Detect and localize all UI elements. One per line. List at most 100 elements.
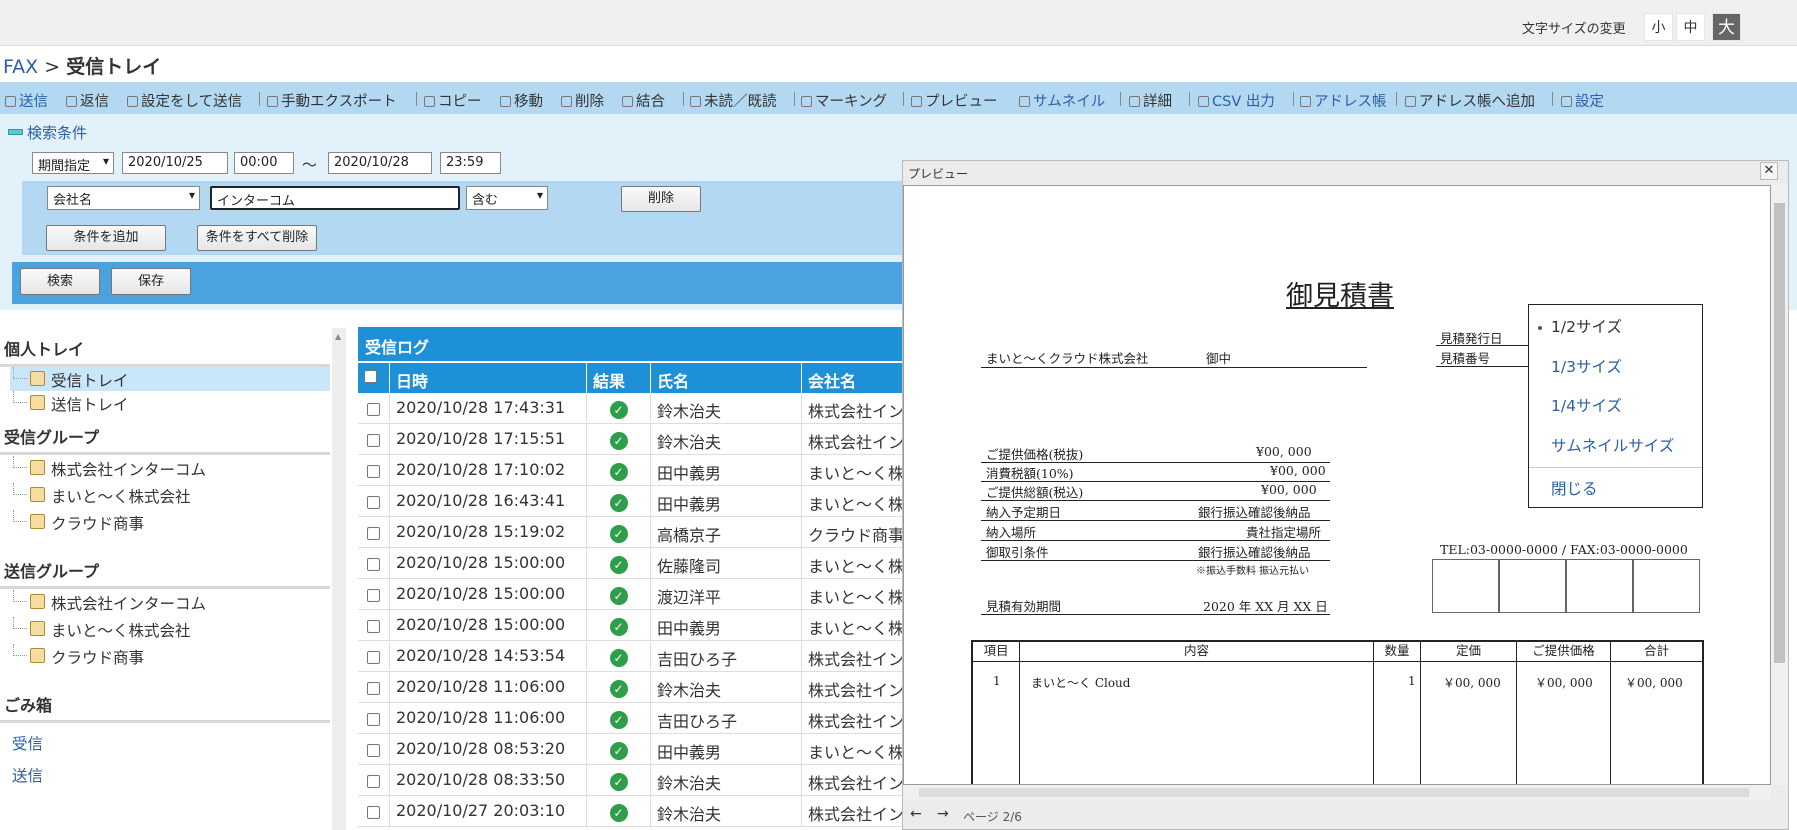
preview-button[interactable]: プレビュー — [911, 90, 998, 111]
column-result[interactable]: 結果 — [587, 363, 651, 393]
add-condition-button[interactable]: 条件を追加 — [46, 225, 166, 251]
sidebar-item-inbox[interactable]: 受信トレイ — [10, 367, 330, 391]
sidebar-item-send-group[interactable]: クラウド商事 — [10, 644, 330, 668]
row-checkbox[interactable] — [367, 713, 380, 726]
row-checkbox[interactable] — [367, 589, 380, 602]
search-conditions-toggle[interactable]: 検索条件 — [8, 122, 87, 143]
preview-vertical-scrollbar[interactable] — [1771, 185, 1788, 785]
delete-button[interactable]: 削除 — [561, 90, 604, 111]
trash-sent-link[interactable]: 送信 — [12, 764, 43, 786]
merge-button[interactable]: 結合 — [622, 90, 665, 111]
table-row[interactable]: 2020/10/28 08:33:50 ✓ 鈴木治夫株式会社インターコム — [358, 765, 903, 796]
table-row[interactable]: 2020/10/28 15:00:00 ✓ 渡辺洋平まいと〜く株式会社 — [358, 579, 903, 610]
copy-button[interactable]: コピー — [424, 90, 482, 111]
wrench-icon — [1561, 96, 1572, 107]
sidebar-scrollbar[interactable]: ▲ — [332, 328, 346, 830]
date-from-input[interactable]: 2020/10/25 — [122, 152, 228, 174]
font-size-small-button[interactable]: 小 — [1644, 13, 1673, 41]
table-row[interactable]: 2020/10/28 17:43:31 ✓ 鈴木治夫株式会社インターコム — [358, 393, 903, 424]
row-checkbox[interactable] — [367, 806, 380, 819]
add-to-address-book-button[interactable]: アドレス帳へ追加 — [1405, 90, 1535, 111]
scroll-up-icon[interactable]: ▲ — [335, 332, 341, 341]
table-row[interactable]: 2020/10/28 11:06:00 ✓ 鈴木治夫株式会社インターコム — [358, 672, 903, 703]
next-page-button[interactable]: → — [937, 806, 949, 822]
condition-field-select[interactable]: 会社名 — [47, 186, 200, 210]
detail-button[interactable]: 詳細 — [1129, 90, 1172, 111]
row-checkbox[interactable] — [367, 465, 380, 478]
sidebar-item-recv-group[interactable]: まいと〜く株式会社 — [10, 483, 330, 507]
trash-received-link[interactable]: 受信 — [12, 732, 43, 754]
breadcrumb-fax-link[interactable]: FAX — [3, 56, 38, 78]
row-checkbox[interactable] — [367, 403, 380, 416]
table-cell: 1 — [993, 674, 1001, 688]
preview-horizontal-scrollbar[interactable] — [903, 785, 1771, 800]
table-row[interactable]: 2020/10/28 11:06:00 ✓ 吉田ひろ子株式会社インターコム — [358, 703, 903, 734]
time-to-input[interactable]: 23:59 — [440, 152, 501, 174]
table-row[interactable]: 2020/10/27 20:03:10 ✓ 鈴木治夫株式会社インターコム — [358, 796, 903, 827]
settings-button[interactable]: 設定 — [1561, 90, 1604, 111]
table-row[interactable]: 2020/10/28 08:53:20 ✓ 田中義男まいと〜く株式会社 — [358, 734, 903, 765]
row-checkbox-cell — [358, 734, 390, 765]
column-company[interactable]: 会社名 — [802, 363, 903, 393]
table-row[interactable]: 2020/10/28 17:10:02 ✓ 田中義男まいと〜く株式会社 — [358, 455, 903, 486]
close-menu-option[interactable]: 閉じる — [1551, 477, 1598, 499]
delete-condition-button[interactable]: 削除 — [621, 186, 701, 212]
table-row[interactable]: 2020/10/28 16:43:41 ✓ 田中義男まいと〜く株式会社 — [358, 486, 903, 517]
preview-close-button[interactable]: ✕ — [1760, 162, 1778, 180]
row-datetime: 2020/10/28 08:53:20 — [390, 734, 587, 765]
sidebar-item-recv-group[interactable]: 株式会社インターコム — [10, 456, 330, 480]
table-row[interactable]: 2020/10/28 17:15:51 ✓ 鈴木治夫株式会社インターコム — [358, 424, 903, 455]
prev-page-button[interactable]: ← — [910, 806, 922, 822]
search-button[interactable]: 検索 — [20, 268, 100, 295]
sidebar-item-send-group[interactable]: まいと〜く株式会社 — [10, 617, 330, 641]
font-size-medium-button[interactable]: 中 — [1676, 13, 1705, 41]
size-option-quarter[interactable]: 1/4サイズ — [1551, 394, 1622, 416]
csv-export-button[interactable]: CSV 出力 — [1198, 90, 1275, 111]
row-company: 株式会社インターコム — [808, 433, 903, 452]
table-row[interactable]: 2020/10/28 14:53:54 ✓ 吉田ひろ子株式会社インターコム — [358, 641, 903, 672]
row-checkbox[interactable] — [367, 651, 380, 664]
condition-match-select[interactable]: 含む — [466, 186, 548, 210]
marking-button[interactable]: マーキング — [801, 90, 887, 111]
send-button[interactable]: 送信 — [5, 90, 48, 111]
table-row[interactable]: 2020/10/28 15:19:02 ✓ 高橋京子 クラウド商事 — [358, 517, 903, 548]
sidebar-item-send-group[interactable]: 株式会社インターコム — [10, 590, 330, 614]
sidebar-item-outbox[interactable]: 送信トレイ — [10, 391, 330, 415]
manual-export-button[interactable]: 手動エクスポート — [267, 90, 397, 111]
date-to-input[interactable]: 2020/10/28 — [328, 152, 432, 174]
group-icon — [30, 514, 45, 529]
clear-conditions-button[interactable]: 条件をすべて削除 — [197, 225, 317, 251]
size-option-thumbnail[interactable]: サムネイルサイズ — [1551, 434, 1674, 456]
table-cell: ￥00, 000 — [1535, 676, 1593, 690]
row-checkbox[interactable] — [367, 775, 380, 788]
scrollbar-thumb[interactable] — [1774, 203, 1785, 663]
column-datetime[interactable]: 日時 — [390, 363, 587, 393]
scrollbar-thumb[interactable] — [919, 788, 1749, 797]
column-name[interactable]: 氏名 — [651, 363, 802, 393]
sidebar-item-recv-group[interactable]: クラウド商事 — [10, 510, 330, 534]
table-row[interactable]: 2020/10/28 15:00:00 ✓ 佐藤隆司まいと〜く株式会社 — [358, 548, 903, 579]
table-divider — [1610, 662, 1611, 784]
select-all-checkbox[interactable] — [364, 370, 377, 383]
row-checkbox[interactable] — [367, 682, 380, 695]
condition-keyword-input[interactable]: インターコム — [210, 186, 460, 210]
period-type-select[interactable]: 期間指定 — [32, 152, 114, 174]
font-size-large-button[interactable]: 大 — [1712, 13, 1741, 41]
row-checkbox[interactable] — [367, 558, 380, 571]
size-option-half[interactable]: 1/2サイズ — [1551, 315, 1622, 337]
size-option-third[interactable]: 1/3サイズ — [1551, 355, 1622, 377]
time-from-input[interactable]: 00:00 — [234, 152, 294, 174]
row-checkbox[interactable] — [367, 620, 380, 633]
row-checkbox[interactable] — [367, 434, 380, 447]
row-checkbox[interactable] — [367, 744, 380, 757]
reply-button[interactable]: 返信 — [66, 90, 109, 111]
move-button[interactable]: 移動 — [500, 90, 543, 111]
address-book-button[interactable]: アドレス帳 — [1300, 90, 1387, 111]
read-unread-button[interactable]: 未読／既読 — [690, 90, 777, 111]
row-checkbox[interactable] — [367, 496, 380, 509]
table-row[interactable]: 2020/10/28 15:00:00 ✓ 田中義男まいと〜く株式会社 — [358, 610, 903, 641]
row-checkbox[interactable] — [367, 527, 380, 540]
save-button[interactable]: 保存 — [111, 268, 191, 295]
send-with-settings-button[interactable]: 設定をして送信 — [127, 90, 242, 111]
thumbnail-button[interactable]: サムネイル — [1019, 90, 1105, 111]
